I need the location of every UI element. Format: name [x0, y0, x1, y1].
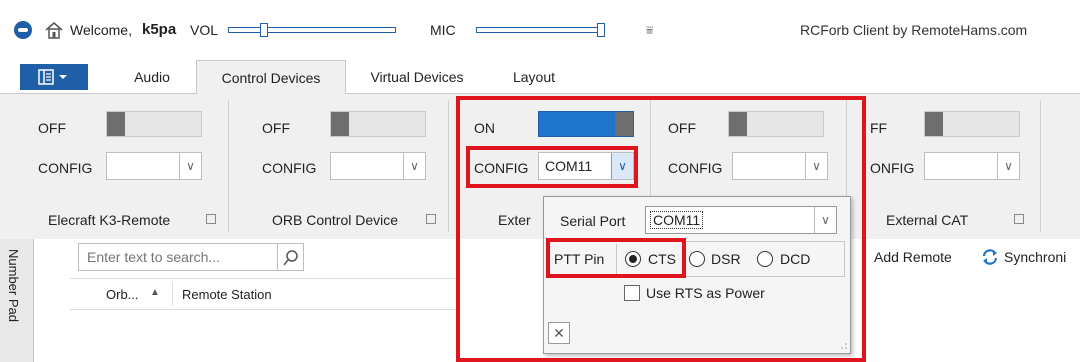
chevron-down-icon[interactable]: ∨: [403, 153, 425, 179]
tab-control-devices[interactable]: Control Devices: [196, 60, 346, 95]
app-title: RCForb Client by RemoteHams.com: [800, 22, 1028, 38]
chevron-down-icon[interactable]: ∨: [997, 153, 1019, 179]
group-label: External CAT: [886, 212, 969, 228]
group-dialog-launcher-icon[interactable]: [1014, 214, 1024, 224]
sort-ascending-icon: ▲: [150, 287, 160, 298]
column-header-remote-station[interactable]: Remote Station: [182, 287, 272, 302]
group-dialog-launcher-icon[interactable]: [426, 214, 436, 224]
device-state-label: FF: [870, 120, 888, 136]
annotation-highlight-external-device: [456, 96, 866, 362]
mic-label: MIC: [430, 22, 456, 38]
home-icon[interactable]: [44, 20, 64, 40]
synchronize-button[interactable]: Synchroni: [1004, 249, 1066, 265]
config-combo[interactable]: ∨: [330, 152, 426, 180]
annotation-highlight-config-combo: [466, 146, 638, 188]
group-label: Elecraft K3-Remote: [48, 212, 171, 228]
config-label: CONFIG: [262, 160, 317, 176]
app-menu-icon[interactable]: [14, 21, 32, 39]
device-power-toggle[interactable]: [330, 111, 426, 137]
mic-slider-thumb[interactable]: [597, 23, 605, 37]
welcome-text: Welcome,: [70, 22, 132, 38]
search-input[interactable]: [78, 243, 278, 271]
search-button[interactable]: [278, 243, 304, 271]
side-tab-number-pad[interactable]: Number Pad: [6, 249, 21, 322]
group-divider: [448, 100, 449, 232]
config-label: CONFIG: [38, 160, 93, 176]
quick-access-dropdown-icon[interactable]: ⩸: [646, 23, 653, 38]
config-combo[interactable]: ∨: [924, 152, 1020, 180]
sync-icon[interactable]: [980, 247, 1000, 267]
device-state-label: OFF: [262, 120, 290, 136]
column-header-orb[interactable]: Orb...: [106, 287, 139, 302]
config-combo[interactable]: ∨: [106, 152, 202, 180]
column-divider: [172, 282, 173, 306]
device-power-toggle[interactable]: [106, 111, 202, 137]
config-label: ONFIG: [870, 160, 915, 176]
vol-slider-thumb[interactable]: [260, 23, 268, 37]
mic-slider[interactable]: [476, 27, 604, 33]
side-panel-strip[interactable]: Number Pad: [0, 239, 34, 362]
group-divider: [228, 100, 229, 232]
layout-menu-icon: [38, 69, 67, 85]
group-divider: [1040, 100, 1041, 232]
search-icon: [283, 250, 298, 266]
tab-audio[interactable]: Audio: [112, 60, 192, 95]
group-dialog-launcher-icon[interactable]: [206, 214, 216, 224]
chevron-down-icon[interactable]: ∨: [179, 153, 201, 179]
annotation-highlight-ptt-cts: [546, 238, 686, 278]
group-label: ORB Control Device: [272, 212, 399, 228]
vol-slider[interactable]: [228, 27, 396, 33]
tab-virtual-devices[interactable]: Virtual Devices: [352, 60, 482, 95]
vol-label: VOL: [190, 22, 219, 38]
username: k5pa: [142, 21, 177, 38]
add-remote-button[interactable]: Add Remote: [874, 249, 952, 265]
device-power-toggle[interactable]: [924, 111, 1020, 137]
app-menu-button[interactable]: [20, 64, 88, 90]
tab-layout[interactable]: Layout: [494, 60, 574, 95]
device-state-label: OFF: [38, 120, 66, 136]
